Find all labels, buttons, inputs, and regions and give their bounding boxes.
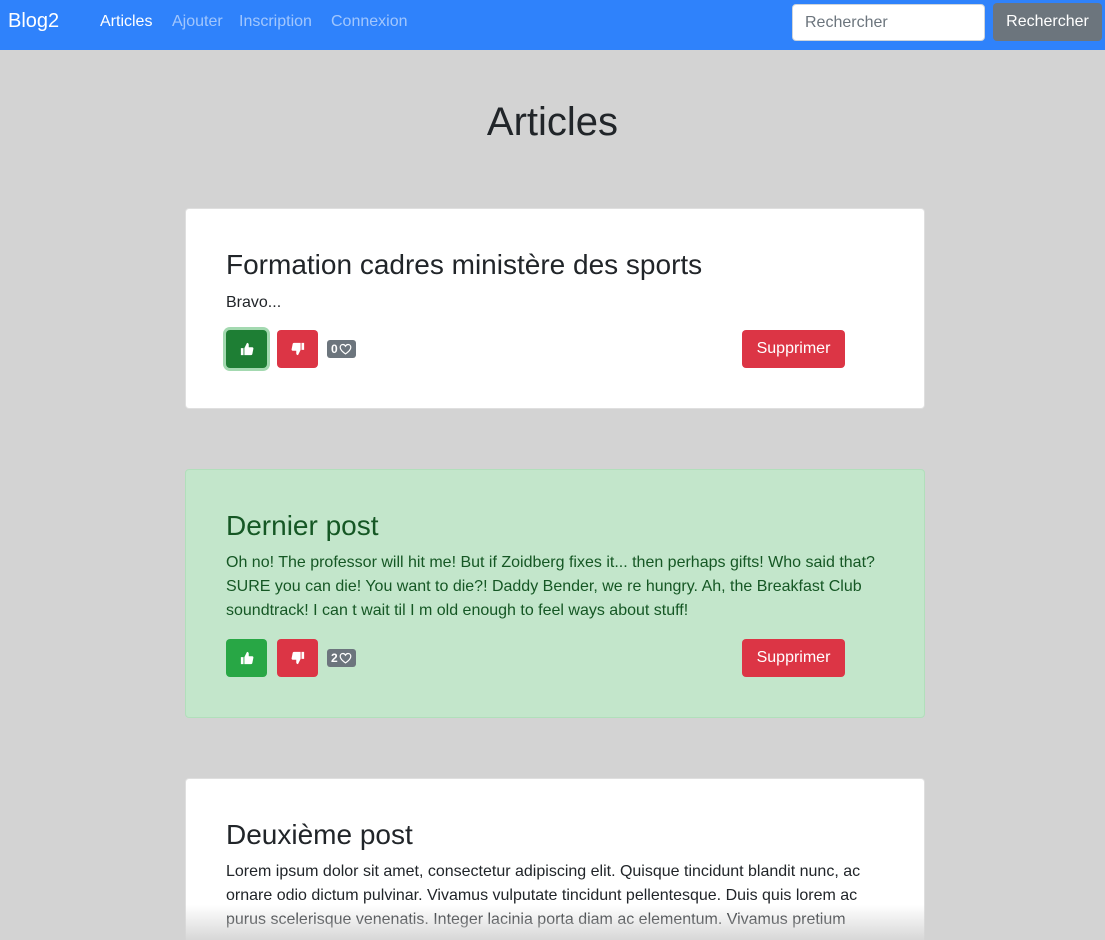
article-title: Formation cadres ministère des sports xyxy=(226,249,703,280)
nav-link-ajouter[interactable]: Ajouter xyxy=(172,13,223,31)
article-body: Lorem ipsum dolor sit amet, consectetur … xyxy=(226,863,861,928)
article-body: Bravo... xyxy=(226,294,282,311)
dislike-button[interactable] xyxy=(277,330,318,368)
nav-link-articles[interactable]: Articles xyxy=(100,13,152,31)
search-button[interactable]: Rechercher xyxy=(993,3,1102,41)
article-title: Dernier post xyxy=(226,510,379,541)
thumbs-down-icon xyxy=(291,342,305,356)
like-count-badge: 2 xyxy=(327,649,356,667)
thumbs-down-icon xyxy=(291,651,305,665)
search-input[interactable] xyxy=(792,4,985,41)
like-count: 2 xyxy=(331,651,338,665)
delete-button[interactable]: Supprimer xyxy=(742,330,845,368)
dislike-button[interactable] xyxy=(277,639,318,677)
nav-link-connexion[interactable]: Connexion xyxy=(331,13,408,31)
article-card: Formation cadres ministère des sports Br… xyxy=(185,208,925,409)
heart-icon xyxy=(339,652,352,664)
nav-link-inscription[interactable]: Inscription xyxy=(239,13,312,31)
like-button[interactable] xyxy=(226,639,267,677)
delete-button[interactable]: Supprimer xyxy=(742,639,845,677)
article-card-highlighted: Dernier post Oh no! The professor will h… xyxy=(185,469,925,718)
thumbs-up-icon xyxy=(240,651,254,665)
brand-link[interactable]: Blog2 xyxy=(8,10,59,33)
page-title: Articles xyxy=(486,100,619,144)
thumbs-up-icon xyxy=(240,342,254,356)
heart-icon xyxy=(339,343,352,355)
article-body: Oh no! The professor will hit me! But if… xyxy=(226,554,875,619)
article-title: Deuxième post xyxy=(226,819,413,850)
article-card: Deuxième post Lorem ipsum dolor sit amet… xyxy=(185,778,925,940)
navbar: Blog2 Articles Ajouter Inscription Conne… xyxy=(0,0,1105,50)
like-count-badge: 0 xyxy=(327,340,356,358)
like-count: 0 xyxy=(331,342,338,356)
like-button[interactable] xyxy=(226,330,267,368)
